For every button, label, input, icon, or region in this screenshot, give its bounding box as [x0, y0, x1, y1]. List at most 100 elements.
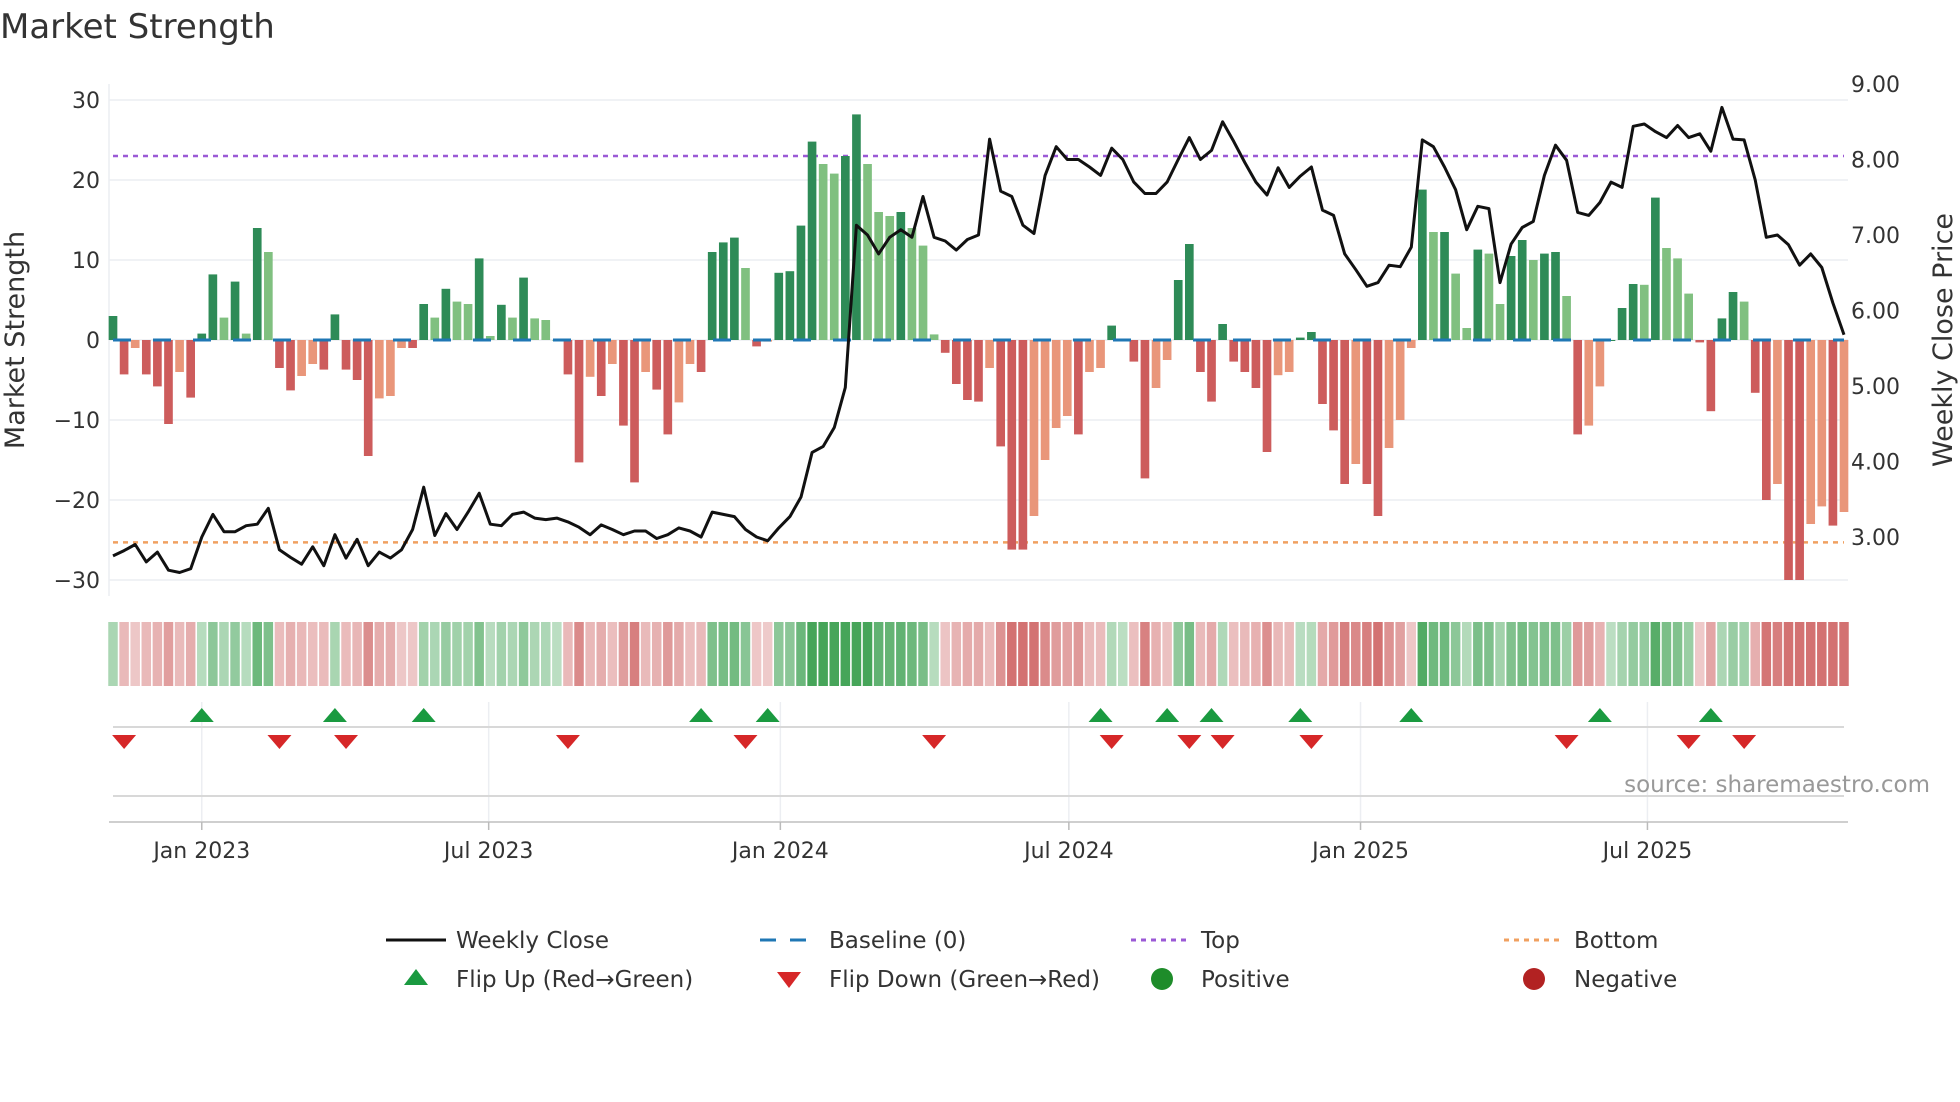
heat-cell	[1439, 622, 1450, 686]
heat-cell	[496, 622, 507, 686]
heat-cell	[296, 622, 307, 686]
heat-cell	[995, 622, 1006, 686]
strength-bar	[341, 340, 351, 370]
x-tick-label: Jan 2023	[151, 839, 250, 864]
flip-down-marker	[1554, 735, 1579, 749]
heat-cell	[285, 622, 296, 686]
strength-bar	[730, 237, 739, 340]
heat-cell	[1495, 622, 1505, 686]
strength-bar	[175, 340, 184, 372]
strength-bar	[1096, 340, 1105, 368]
flip-down-marker	[1732, 735, 1757, 749]
y2-tick-label: 7.00	[1851, 224, 1900, 249]
y-tick-label: 30	[72, 89, 100, 114]
flip-up-marker	[1399, 708, 1424, 722]
y2-tick-label: 4.00	[1851, 451, 1900, 476]
heat-cell	[829, 622, 839, 686]
strength-bar	[530, 318, 539, 340]
positive-dot-icon	[1151, 968, 1173, 990]
heat-cell	[785, 622, 795, 686]
strength-bar	[1207, 340, 1216, 402]
heat-cell	[1140, 622, 1150, 686]
flip-down-marker	[555, 735, 580, 749]
heat-cell	[751, 622, 762, 686]
strength-bar	[519, 277, 528, 340]
heat-cell	[1506, 622, 1516, 686]
strength-bar	[452, 301, 462, 340]
heat-cell	[1539, 622, 1550, 686]
strength-bar	[297, 340, 306, 376]
y2-tick-label: 9.00	[1851, 73, 1900, 98]
flip-down-marker	[1210, 735, 1235, 749]
strength-bar	[219, 317, 229, 340]
strength-bar	[1584, 340, 1594, 426]
strength-bar	[1750, 340, 1760, 393]
flip-up-marker	[322, 708, 347, 722]
flip-markers	[112, 708, 1757, 749]
strength-bar	[208, 274, 218, 340]
heat-cell	[1106, 622, 1117, 686]
strength-bar	[574, 340, 584, 463]
heat-cell	[1595, 622, 1605, 686]
heat-cell	[474, 622, 484, 686]
strength-bar	[1773, 340, 1782, 484]
flip-down-marker	[1099, 735, 1124, 749]
heat-cell	[618, 622, 629, 686]
strength-bar	[1395, 340, 1405, 420]
strength-bar	[1295, 337, 1305, 340]
heat-cell	[918, 622, 928, 686]
heat-cell	[1306, 622, 1317, 686]
y-tick-label: 10	[72, 249, 100, 274]
heat-cell	[873, 622, 884, 686]
strength-bar	[1018, 340, 1028, 550]
strength-bar	[1651, 197, 1660, 340]
strength-bar	[130, 340, 140, 348]
heat-cell	[1606, 622, 1616, 686]
heat-cell	[1195, 622, 1206, 686]
heat-cell	[518, 622, 529, 686]
strength-bar	[164, 340, 173, 424]
heat-cell	[1728, 622, 1738, 686]
heat-cell	[1051, 622, 1061, 686]
heat-cell	[1550, 622, 1561, 686]
heat-cell	[363, 622, 373, 686]
strength-bar	[985, 340, 994, 368]
heat-cell	[1129, 622, 1139, 686]
heat-cell	[1417, 622, 1428, 686]
strength-bar	[186, 340, 196, 398]
strength-bar	[940, 340, 950, 353]
strength-bar	[1717, 318, 1727, 340]
strength-heat-strip	[108, 622, 1849, 686]
heat-cell	[1584, 622, 1594, 686]
y-tick-label: −30	[54, 569, 100, 594]
strength-bar	[1340, 340, 1350, 484]
strength-bar	[1706, 340, 1716, 412]
heat-cell	[185, 622, 196, 686]
strength-bar	[996, 340, 1006, 447]
flip-up-marker	[1088, 708, 1113, 722]
heat-cell	[840, 622, 851, 686]
heat-cell	[962, 622, 973, 686]
heat-cell	[896, 622, 906, 686]
strength-bar	[1062, 340, 1072, 416]
heat-cell	[1151, 622, 1161, 686]
y2-tick-label: 8.00	[1851, 149, 1900, 174]
heat-cell	[152, 622, 163, 686]
heat-cell	[973, 622, 984, 686]
legend-baseline: Baseline (0)	[829, 928, 966, 954]
heat-cell	[1173, 622, 1183, 686]
heat-cell	[1817, 622, 1827, 686]
strength-bar	[1284, 340, 1294, 372]
heat-cell	[629, 622, 640, 686]
heat-cell	[774, 622, 784, 686]
strength-bar	[563, 340, 573, 375]
strength-bar	[1495, 304, 1505, 340]
heat-cell	[1450, 622, 1461, 686]
strength-bar	[1473, 249, 1483, 340]
strength-bar	[1384, 340, 1394, 448]
strength-bar	[1517, 240, 1527, 340]
strength-bar	[1761, 340, 1771, 500]
legend-bottom: Bottom	[1574, 928, 1658, 954]
heat-cell	[1794, 622, 1805, 686]
heat-cell	[1772, 622, 1783, 686]
